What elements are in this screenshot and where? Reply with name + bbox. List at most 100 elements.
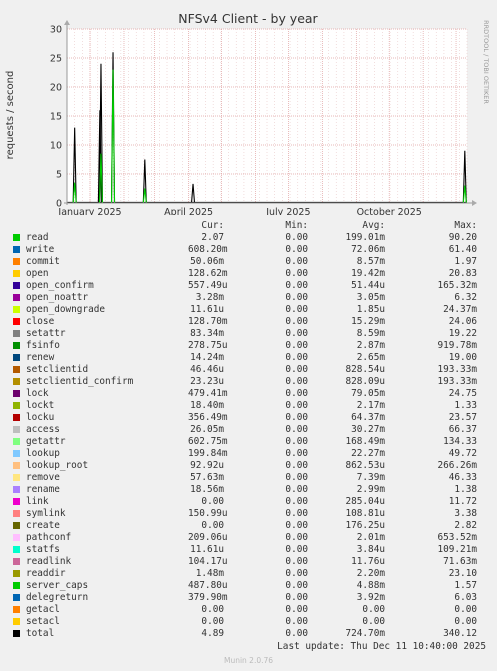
legend-max: 193.33m xyxy=(437,364,477,375)
legend-swatch xyxy=(13,282,20,289)
y-tick-label: 10 xyxy=(50,141,62,152)
legend-min: 0.00 xyxy=(285,472,308,483)
y-axis-label: requests / second xyxy=(5,71,16,160)
legend-max: 20.83 xyxy=(448,268,477,279)
legend-swatch xyxy=(13,618,20,625)
legend-cur: 2.07 xyxy=(201,232,224,243)
legend-row: lookup_root 92.92u 0.00 862.53u 266.26m xyxy=(0,460,497,472)
chart-title: NFSv4 Client - by year xyxy=(178,11,318,26)
legend-row: getattr 602.75m 0.00 168.49m 134.33 xyxy=(0,436,497,448)
legend-min: 0.00 xyxy=(285,364,308,375)
legend-cur: 3.28m xyxy=(195,292,224,303)
legend-max: 1.38 xyxy=(454,484,477,495)
legend-avg: 72.06m xyxy=(351,244,385,255)
legend-series-name: total xyxy=(26,628,55,639)
legend-avg: 7.39m xyxy=(356,472,385,483)
legend-row: pathconf 209.06u 0.00 2.01m 653.52m xyxy=(0,532,497,544)
legend-min: 0.00 xyxy=(285,244,308,255)
y-axis-arrow xyxy=(64,20,70,25)
legend-row: delegreturn 379.90m 0.00 3.92m 6.03 xyxy=(0,592,497,604)
legend-cur: 479.41m xyxy=(188,388,228,399)
legend-series-name: setattr xyxy=(26,328,66,339)
legend-avg: 828.54u xyxy=(345,364,385,375)
legend-max: 61.40 xyxy=(448,244,477,255)
legend-row: commit 50.06m 0.00 8.57m 1.97 xyxy=(0,256,497,268)
legend-swatch xyxy=(13,486,20,493)
legend-min: 0.00 xyxy=(285,340,308,351)
x-axis-arrow xyxy=(472,200,477,206)
legend-series-name: getattr xyxy=(26,436,66,447)
legend-swatch xyxy=(13,414,20,421)
legend-series-name: setclientid xyxy=(26,364,89,375)
legend-min: 0.00 xyxy=(285,424,308,435)
legend-min: 0.00 xyxy=(285,508,308,519)
legend-min: 0.00 xyxy=(285,436,308,447)
legend-min: 0.00 xyxy=(285,592,308,603)
legend-series-name: open xyxy=(26,268,49,279)
legend-row: write 608.20m 0.00 72.06m 61.40 xyxy=(0,244,497,256)
legend-series-name: write xyxy=(26,244,55,255)
legend-series-name: remove xyxy=(26,472,60,483)
legend-max: 109.21m xyxy=(437,544,477,555)
legend-cur: 0.00 xyxy=(201,496,224,507)
legend-cur: 18.56m xyxy=(190,484,224,495)
legend-max: 24.75 xyxy=(448,388,477,399)
legend-avg: 0.00 xyxy=(362,616,385,627)
legend-cur: 0.00 xyxy=(201,616,224,627)
legend-cur: 608.20m xyxy=(188,244,228,255)
legend-row: open_noattr 3.28m 0.00 3.05m 6.32 xyxy=(0,292,497,304)
legend-cur: 46.46u xyxy=(190,364,224,375)
legend-series-name: close xyxy=(26,316,55,327)
legend-row: setacl 0.00 0.00 0.00 0.00 xyxy=(0,616,497,628)
legend-min: 0.00 xyxy=(285,580,308,591)
legend-min: 0.00 xyxy=(285,292,308,303)
legend-cur: 128.62m xyxy=(188,268,228,279)
legend-row: link 0.00 0.00 285.04u 11.72 xyxy=(0,496,497,508)
legend-swatch xyxy=(13,378,20,385)
legend-row: create 0.00 0.00 176.25u 2.82 xyxy=(0,520,497,532)
legend-min: 0.00 xyxy=(285,496,308,507)
legend-cur: 92.92u xyxy=(190,460,224,471)
legend-swatch xyxy=(13,558,20,565)
legend-swatch xyxy=(13,570,20,577)
legend-min: 0.00 xyxy=(285,388,308,399)
legend-row: remove 57.63m 0.00 7.39m 46.33 xyxy=(0,472,497,484)
legend-swatch xyxy=(13,630,20,637)
legend-min: 0.00 xyxy=(285,352,308,363)
legend-swatch xyxy=(13,390,20,397)
legend-swatch xyxy=(13,354,20,361)
legend-row: readlink 104.17u 0.00 11.76u 71.63m xyxy=(0,556,497,568)
legend-max: 90.20 xyxy=(448,232,477,243)
legend-min: 0.00 xyxy=(285,256,308,267)
legend-row: readdir 1.48m 0.00 2.20m 23.10 xyxy=(0,568,497,580)
legend-min: 0.00 xyxy=(285,604,308,615)
legend-swatch xyxy=(13,426,20,433)
legend-max: 1.33 xyxy=(454,400,477,411)
legend-avg: 168.49m xyxy=(345,436,385,447)
legend-swatch xyxy=(13,606,20,613)
legend-max: 46.33 xyxy=(448,472,477,483)
legend-swatch xyxy=(13,510,20,517)
legend-max: 134.33 xyxy=(443,436,477,447)
y-tick-label: 30 xyxy=(50,25,62,36)
legend-avg: 15.29m xyxy=(351,316,385,327)
legend-min: 0.00 xyxy=(285,484,308,495)
legend-header-min: Min: xyxy=(285,220,308,231)
legend-cur: 1.48m xyxy=(195,568,224,579)
legend-series-name: link xyxy=(26,496,49,507)
legend-avg: 176.25u xyxy=(345,520,385,531)
legend-series-name: pathconf xyxy=(26,532,72,543)
legend-cur: 128.70m xyxy=(188,316,228,327)
legend-avg: 108.81u xyxy=(345,508,385,519)
legend-cur: 23.23u xyxy=(190,376,224,387)
legend-swatch xyxy=(13,318,20,325)
legend-series-name: renew xyxy=(26,352,55,363)
legend-header-avg: Avg: xyxy=(362,220,385,231)
legend-row: lock 479.41m 0.00 79.05m 24.75 xyxy=(0,388,497,400)
legend-max: 266.26m xyxy=(437,460,477,471)
legend-avg: 79.05m xyxy=(351,388,385,399)
legend-cur: 487.80u xyxy=(188,580,228,591)
legend-cur: 18.40m xyxy=(190,400,224,411)
legend-row: setattr 83.34m 0.00 8.59m 19.22 xyxy=(0,328,497,340)
legend-swatch xyxy=(13,534,20,541)
